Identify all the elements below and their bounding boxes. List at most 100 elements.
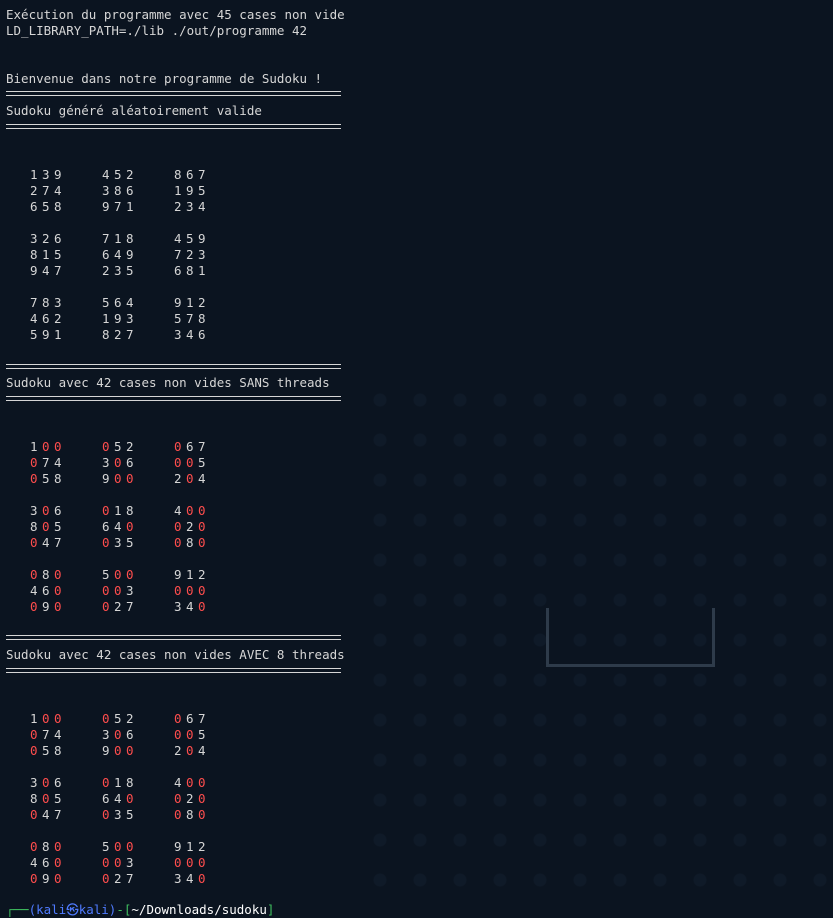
separator <box>6 91 341 96</box>
grid-cell: 3 <box>30 503 38 518</box>
grid-cell: 0 <box>42 775 50 790</box>
grid-cell: 3 <box>30 775 38 790</box>
grid-cell: 5 <box>126 535 134 550</box>
grid-cell: 9 <box>126 247 134 262</box>
grid-row: 274 386 195 <box>30 183 210 199</box>
grid-cell: 2 <box>198 295 206 310</box>
grid-cell: 3 <box>30 231 38 246</box>
grid-cell: 5 <box>114 711 122 726</box>
grid-cell: 7 <box>186 311 194 326</box>
grid-cell: 0 <box>102 711 110 726</box>
grid-row: 805640020 <box>30 791 210 807</box>
grid-cell: 3 <box>114 263 122 278</box>
grid-cell: 6 <box>102 247 110 262</box>
grid-cell: 5 <box>198 183 206 198</box>
prompt-close: ] <box>266 902 275 917</box>
grid-cell: 2 <box>174 471 182 486</box>
grid-cell: 5 <box>102 839 110 854</box>
grid-cell: 0 <box>54 439 62 454</box>
grid-row: 460003000 <box>30 855 210 871</box>
grid-cell: 7 <box>30 295 38 310</box>
grid-cell: 8 <box>54 743 62 758</box>
grid-cell: 6 <box>186 439 194 454</box>
grid-spacer <box>30 279 210 295</box>
grid-row: 100052067 <box>30 711 210 727</box>
grid-cell: 3 <box>198 247 206 262</box>
grid-cell: 0 <box>30 743 38 758</box>
grid-cell: 0 <box>114 839 122 854</box>
grid-cell: 7 <box>42 455 50 470</box>
grid-cell: 6 <box>54 231 62 246</box>
grid-row: 100052067 <box>30 439 210 455</box>
grid-cell: 0 <box>126 519 134 534</box>
grid-cell: 2 <box>186 519 194 534</box>
grid-cell: 7 <box>198 167 206 182</box>
grid-cell: 9 <box>174 567 182 582</box>
grid-cell: 0 <box>54 855 62 870</box>
grid-cell: 0 <box>186 855 194 870</box>
grid-cell: 1 <box>114 775 122 790</box>
grid-cell: 4 <box>54 455 62 470</box>
grid-cell: 1 <box>30 711 38 726</box>
grid-cell: 0 <box>198 791 206 806</box>
grid-row: 074306005 <box>30 727 210 743</box>
grid-cell: 5 <box>54 519 62 534</box>
grid-cell: 4 <box>54 727 62 742</box>
grid-cell: 8 <box>174 167 182 182</box>
grid-row: 090027340 <box>30 599 210 615</box>
grid-cell: 2 <box>126 711 134 726</box>
grid-cell: 6 <box>186 167 194 182</box>
grid-cell: 5 <box>102 567 110 582</box>
wallpaper-pattern <box>360 380 833 908</box>
grid-cell: 0 <box>54 567 62 582</box>
grid-cell: 4 <box>30 311 38 326</box>
grid-cell: 0 <box>126 791 134 806</box>
grid-cell: 2 <box>102 263 110 278</box>
grid-cell: 4 <box>30 583 38 598</box>
grid-spacer <box>30 551 210 567</box>
grid-cell: 0 <box>174 455 182 470</box>
grid-cell: 1 <box>198 263 206 278</box>
grid-cell: 6 <box>126 183 134 198</box>
grid-cell: 2 <box>54 311 62 326</box>
grid-cell: 3 <box>54 295 62 310</box>
grid-cell: 0 <box>102 807 110 822</box>
grid-spacer <box>30 759 210 775</box>
grid-cell: 4 <box>174 775 182 790</box>
grid-cell: 8 <box>126 775 134 790</box>
grid-cell: 2 <box>186 791 194 806</box>
grid-cell: 0 <box>114 727 122 742</box>
sudoku-grid-avec-threads: 1000520670743060050589002043060184008056… <box>30 711 210 887</box>
grid-cell: 5 <box>102 295 110 310</box>
shell-prompt[interactable]: ┌──(kali㉿kali)-[~/Downloads/sudoku] <box>6 899 274 918</box>
grid-cell: 0 <box>102 855 110 870</box>
grid-cell: 1 <box>114 503 122 518</box>
grid-cell: 4 <box>42 263 50 278</box>
grid-cell: 8 <box>30 519 38 534</box>
grid-cell: 6 <box>186 711 194 726</box>
grid-cell: 0 <box>126 471 134 486</box>
grid-cell: 0 <box>114 471 122 486</box>
grid-cell: 6 <box>126 455 134 470</box>
grid-cell: 3 <box>186 199 194 214</box>
grid-cell: 8 <box>186 535 194 550</box>
grid-cell: 4 <box>174 231 182 246</box>
prompt-user: (kali㉿kali) <box>28 902 117 917</box>
grid-cell: 1 <box>54 327 62 342</box>
grid-cell: 0 <box>30 871 38 886</box>
grid-row: 080500912 <box>30 839 210 855</box>
grid-cell: 2 <box>186 247 194 262</box>
grid-cell: 5 <box>54 247 62 262</box>
grid-cell: 3 <box>114 807 122 822</box>
terminal-line-command: LD_LIBRARY_PATH=./lib ./out/programme 42 <box>6 23 308 38</box>
grid-cell: 5 <box>198 727 206 742</box>
grid-cell: 4 <box>174 503 182 518</box>
grid-cell: 3 <box>126 311 134 326</box>
grid-cell: 0 <box>102 535 110 550</box>
grid-cell: 7 <box>198 711 206 726</box>
grid-cell: 0 <box>42 791 50 806</box>
grid-cell: 6 <box>174 263 182 278</box>
grid-cell: 6 <box>198 327 206 342</box>
grid-cell: 5 <box>54 791 62 806</box>
grid-cell: 7 <box>126 599 134 614</box>
